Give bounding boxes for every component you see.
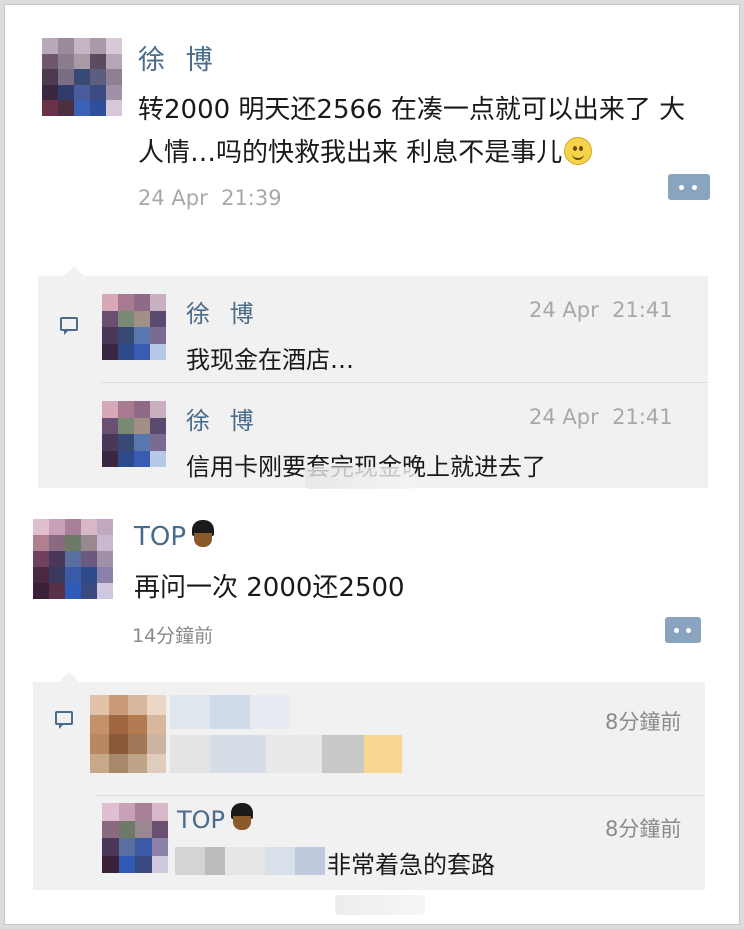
smiley-emoji-icon bbox=[564, 137, 593, 165]
post-text: 再问一次 2000还2500 bbox=[134, 573, 405, 603]
reply-timestamp: 8分鐘前 bbox=[605, 817, 682, 841]
post-text-line-2-text: 人情…吗的快救我出来 利息不是事儿 bbox=[138, 138, 563, 168]
reply-author[interactable]: 徐 博 bbox=[186, 294, 260, 329]
post-author[interactable]: TOP bbox=[134, 520, 216, 552]
reply-icon[interactable] bbox=[60, 317, 78, 335]
avatar[interactable] bbox=[33, 519, 113, 599]
avatar[interactable] bbox=[90, 695, 166, 773]
reply-author[interactable]: TOP bbox=[177, 803, 255, 834]
post-author-name: TOP bbox=[134, 522, 187, 552]
reply-text: 我现金在酒店… bbox=[186, 346, 354, 374]
post-timestamp: 24 Apr 21:39 bbox=[138, 186, 282, 210]
reply-timestamp: 24 Apr 21:41 bbox=[529, 298, 673, 322]
reply-timestamp: 24 Apr 21:41 bbox=[529, 405, 673, 429]
replies-box: 徐 博 24 Apr 21:41 我现金在酒店… 徐 博 24 Apr 21:4… bbox=[38, 266, 708, 488]
post-author[interactable]: 徐 博 bbox=[138, 38, 219, 77]
avatar[interactable] bbox=[102, 294, 166, 360]
reply-icon[interactable] bbox=[55, 711, 73, 729]
comment-button-icon[interactable] bbox=[668, 174, 710, 200]
guard-emoji-icon bbox=[190, 520, 216, 550]
avatar[interactable] bbox=[102, 401, 166, 467]
post-text-line-1: 转2000 明天还2566 在凑一点就可以出来了 大 bbox=[138, 95, 686, 125]
blurred-name bbox=[170, 695, 290, 729]
watermark bbox=[335, 895, 425, 915]
blurred-reply-text bbox=[170, 735, 402, 773]
reply-text: 非常着急的套路 bbox=[327, 851, 495, 879]
avatar[interactable] bbox=[102, 803, 168, 873]
watermark bbox=[305, 467, 415, 489]
blurred-mention bbox=[175, 847, 325, 875]
avatar[interactable] bbox=[42, 38, 122, 116]
reply-timestamp: 8分鐘前 bbox=[605, 710, 682, 734]
replies-box: 8分鐘前 TOP 8分鐘前 非常着急的套路 bbox=[33, 672, 705, 890]
reply-divider bbox=[102, 382, 708, 383]
reply-author-name: TOP bbox=[177, 806, 226, 834]
reply-author[interactable]: 徐 博 bbox=[186, 401, 260, 436]
comment-button-icon[interactable] bbox=[665, 617, 701, 643]
post-text-line-2: 人情…吗的快救我出来 利息不是事儿 bbox=[138, 132, 593, 169]
guard-emoji-icon bbox=[229, 803, 255, 833]
post-timestamp: 14分鐘前 bbox=[132, 625, 214, 647]
feed-frame: 徐 博 转2000 明天还2566 在凑一点就可以出来了 大 人情…吗的快救我出… bbox=[4, 4, 740, 925]
reply-divider bbox=[95, 795, 705, 796]
